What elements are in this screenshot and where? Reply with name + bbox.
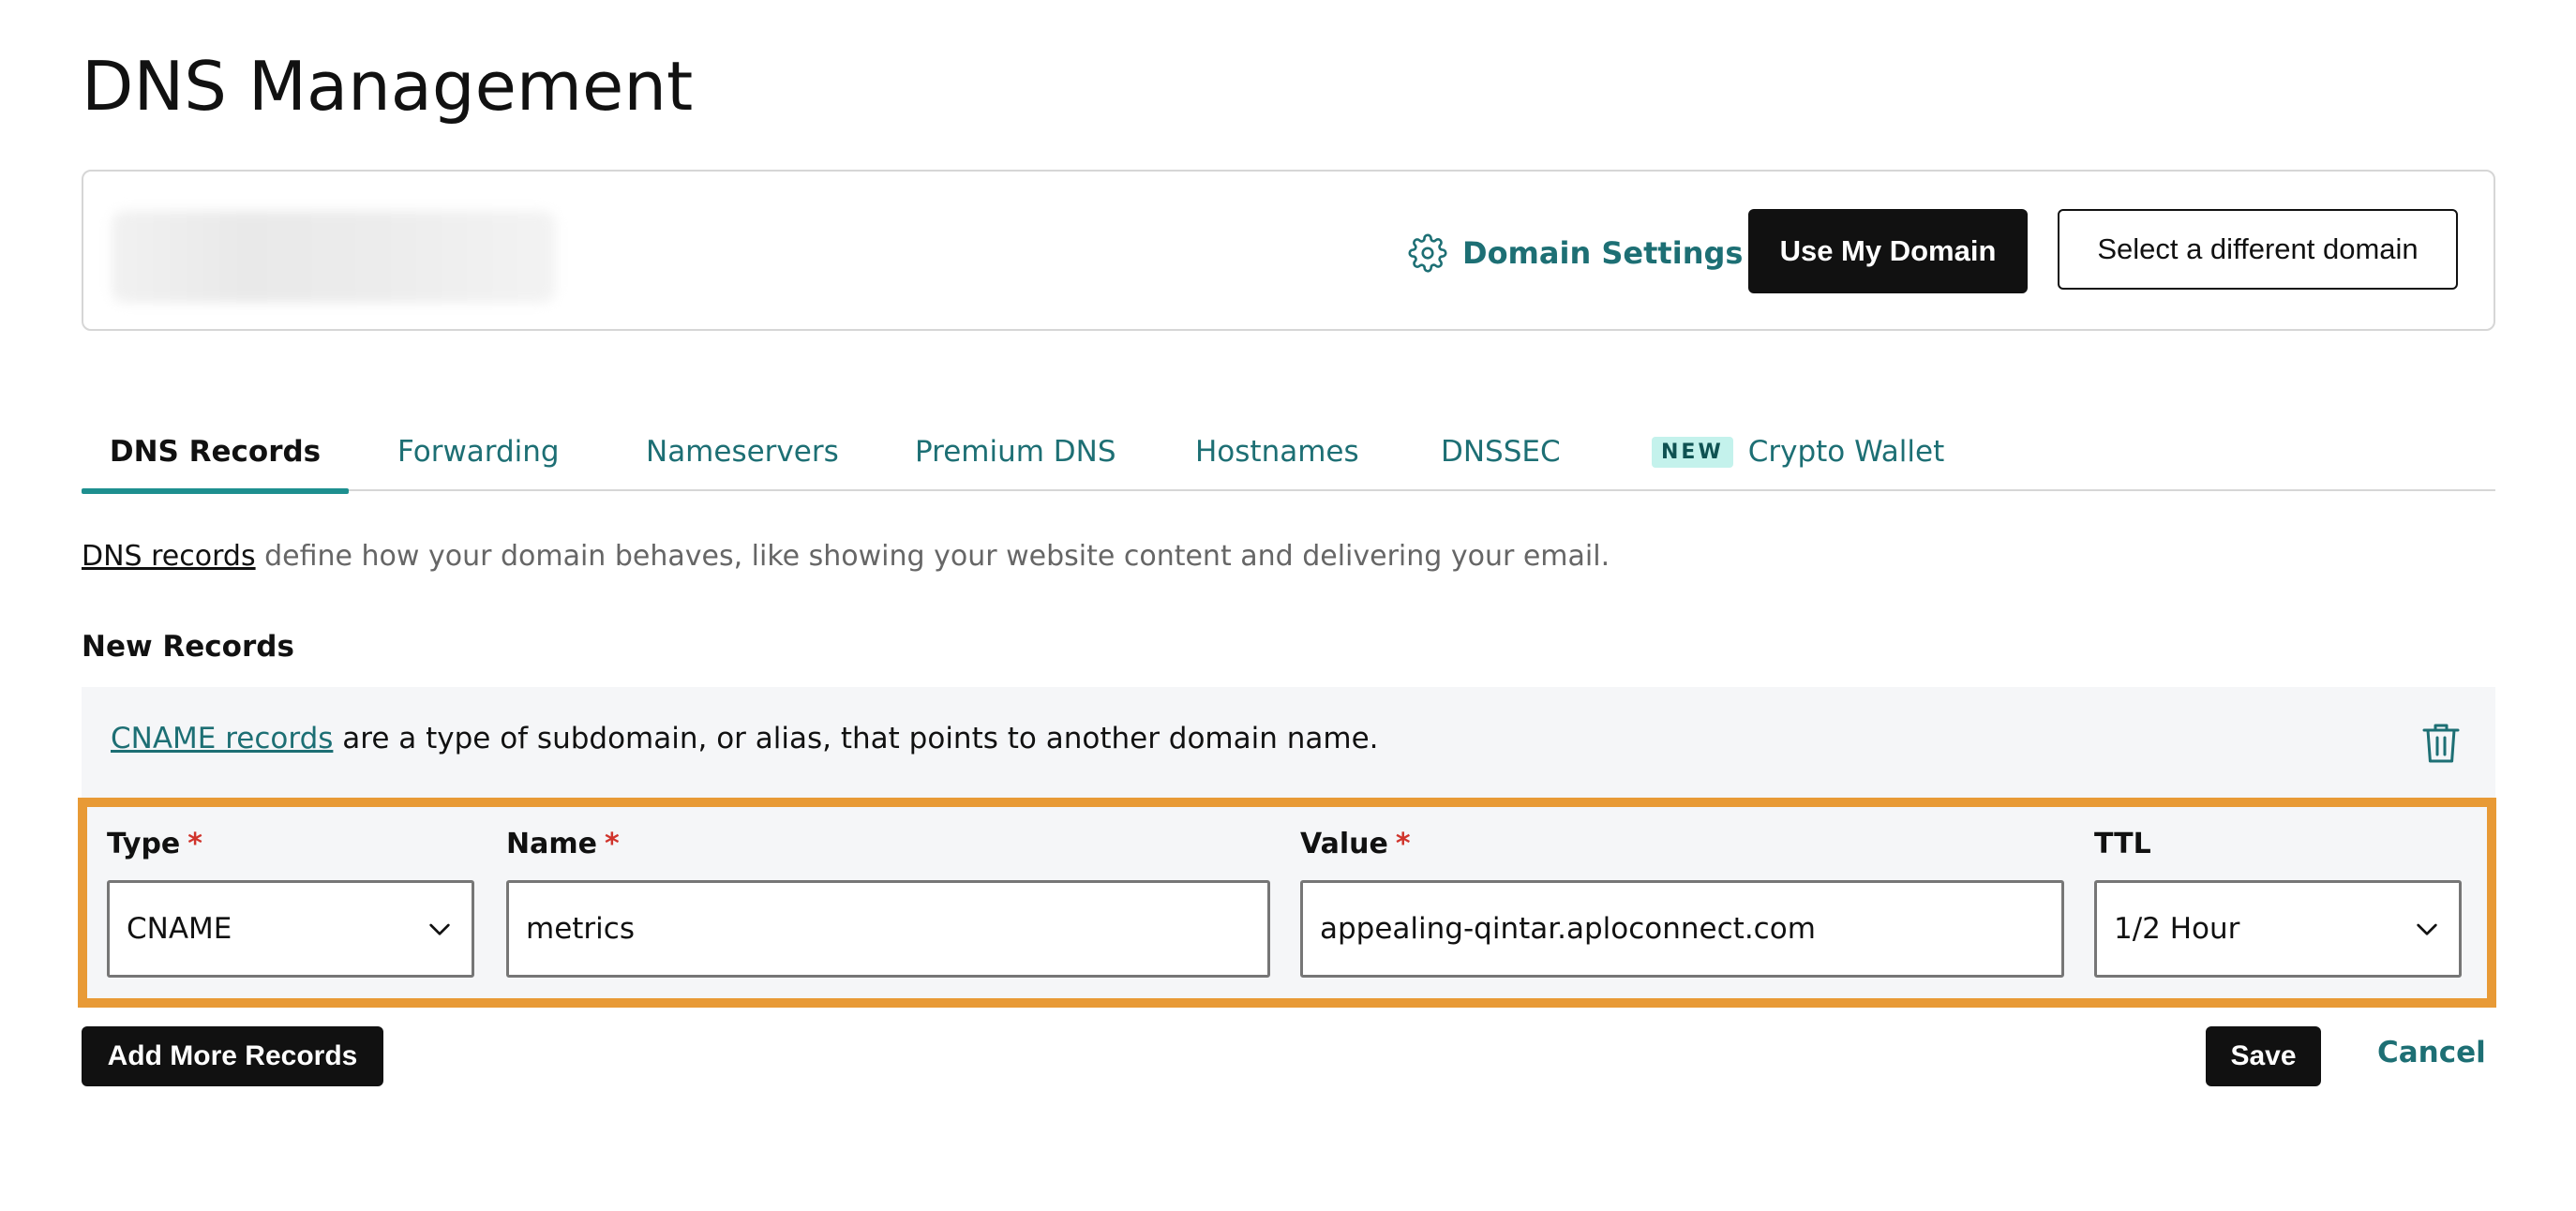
chevron-down-icon [425, 914, 455, 944]
add-more-records-button[interactable]: Add More Records [82, 1026, 383, 1086]
cname-info: CNAME records are a type of subdomain, o… [111, 722, 1379, 755]
trash-icon[interactable] [2420, 721, 2462, 766]
active-tab-indicator [82, 488, 349, 494]
chevron-down-icon [2412, 914, 2442, 944]
dns-tabs: DNS Records Forwarding Nameservers Premi… [82, 412, 2495, 494]
domain-settings-label: Domain Settings [1462, 235, 1744, 271]
domain-name-redacted [112, 211, 556, 303]
domain-selector-card: Domain Settings Use My Domain Select a d… [82, 170, 2495, 331]
ttl-value: 1/2 Hour [2114, 912, 2240, 946]
tab-dns-records[interactable]: DNS Records [82, 412, 349, 494]
tab-label: Crypto Wallet [1747, 435, 1945, 469]
cname-records-link[interactable]: CNAME records [111, 722, 333, 755]
tab-label: Nameservers [646, 435, 839, 469]
dns-records-intro: DNS records define how your domain behav… [82, 540, 1610, 573]
tab-label: Forwarding [397, 435, 560, 469]
intro-text: define how your domain behaves, like sho… [255, 540, 1610, 573]
dns-records-link[interactable]: DNS records [82, 540, 256, 573]
ttl-select[interactable]: 1/2 Hour [2094, 880, 2462, 978]
cancel-button[interactable]: Cancel [2377, 1036, 2486, 1069]
tab-nameservers[interactable]: Nameservers [646, 412, 839, 491]
new-record-form: Type* CNAME Name* Value* TTL 1/2 Hour [78, 798, 2496, 1008]
record-info-bar: CNAME records are a type of subdomain, o… [82, 687, 2495, 800]
new-badge: NEW [1652, 436, 1733, 468]
gear-icon [1408, 233, 1447, 273]
name-field: Name * [506, 828, 1270, 978]
tab-dnssec[interactable]: DNSSEC [1441, 412, 1561, 491]
save-button[interactable]: Save [2206, 1026, 2321, 1086]
use-my-domain-button[interactable]: Use My Domain [1748, 209, 2028, 293]
value-label: Value * [1300, 828, 1411, 860]
value-input[interactable] [1300, 880, 2064, 978]
name-label: Name * [506, 828, 620, 860]
type-field: Type * CNAME [107, 828, 474, 978]
cname-info-text: are a type of subdomain, or alias, that … [333, 722, 1379, 755]
tab-label: Hostnames [1195, 435, 1359, 469]
tab-premium-dns[interactable]: Premium DNS [915, 412, 1116, 491]
ttl-field: TTL 1/2 Hour [2094, 828, 2462, 978]
type-label: Type * [107, 828, 202, 860]
tab-forwarding[interactable]: Forwarding [397, 412, 560, 491]
ttl-label: TTL [2094, 828, 2151, 860]
tab-label: Premium DNS [915, 435, 1116, 469]
tab-hostnames[interactable]: Hostnames [1195, 412, 1359, 491]
domain-settings-link[interactable]: Domain Settings [1408, 232, 1743, 275]
page-title: DNS Management [82, 47, 694, 126]
type-select[interactable]: CNAME [107, 880, 474, 978]
select-different-domain-button[interactable]: Select a different domain [2058, 209, 2458, 290]
type-value: CNAME [127, 912, 232, 946]
tab-label: DNSSEC [1441, 435, 1561, 469]
tab-label: DNS Records [109, 435, 322, 469]
value-field: Value * [1300, 828, 2064, 978]
new-records-title: New Records [82, 630, 294, 664]
tab-crypto-wallet[interactable]: NEW Crypto Wallet [1652, 412, 1944, 491]
name-input[interactable] [506, 880, 1270, 978]
